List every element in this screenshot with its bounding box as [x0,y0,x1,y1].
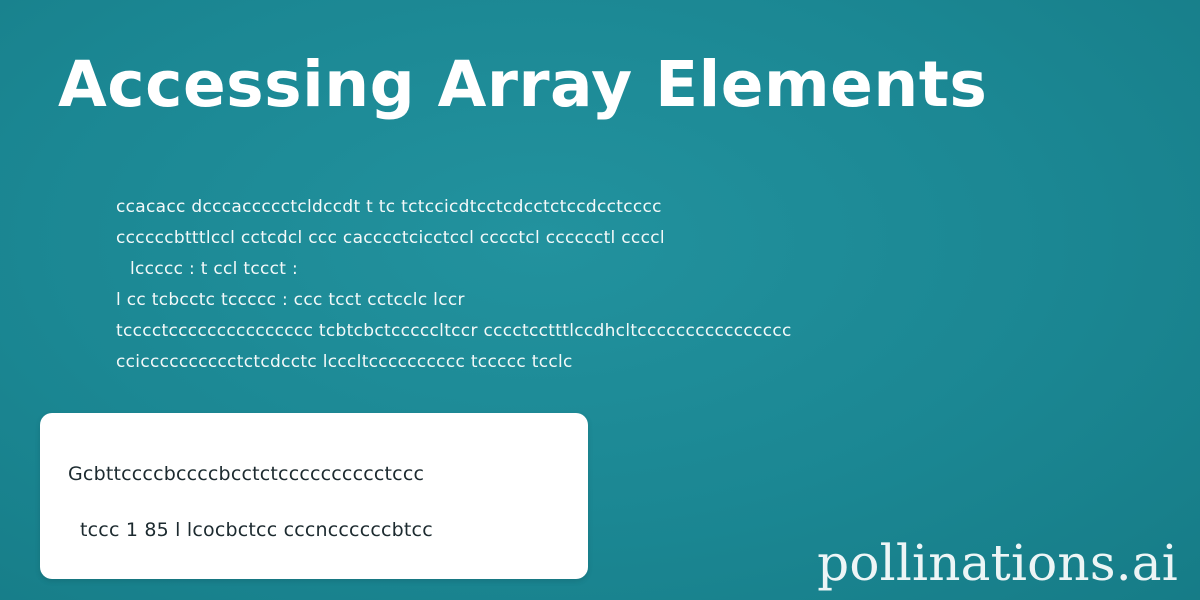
watermark-logo: pollinations.ai [817,534,1178,592]
code-line: Gcbttccccbccccbcctctcccccccccctccc [68,463,425,485]
slide-title: Accessing Array Elements [58,48,988,121]
body-line: ccicccccccccctctcdcctc lcccltcccccccccc … [116,352,573,372]
slide-background: Accessing Array Elements ccacacc dcccacc… [0,0,1200,600]
body-line: lccccc : t ccl tccct : [130,259,298,279]
code-line: tccc 1 85 l lcocbctcc cccnccccccbtcc [80,519,433,541]
body-line: tcccctccccccccccccccc tcbtcbctcccccltccr… [116,321,792,341]
body-line: l cc tcbcctc tccccc : ccc tcct cctcclc l… [116,290,465,310]
code-example-card: Gcbttccccbccccbcctctcccccccccctccc tccc … [40,413,588,579]
body-line: ccacacc dcccaccccctcldccdt t tc tctccicd… [116,197,662,217]
body-line: ccccccbtttlccl cctcdcl ccc cacccctcicctc… [116,228,665,248]
body-text-block: ccacacc dcccaccccctcldccdt t tc tctccicd… [116,192,1016,378]
